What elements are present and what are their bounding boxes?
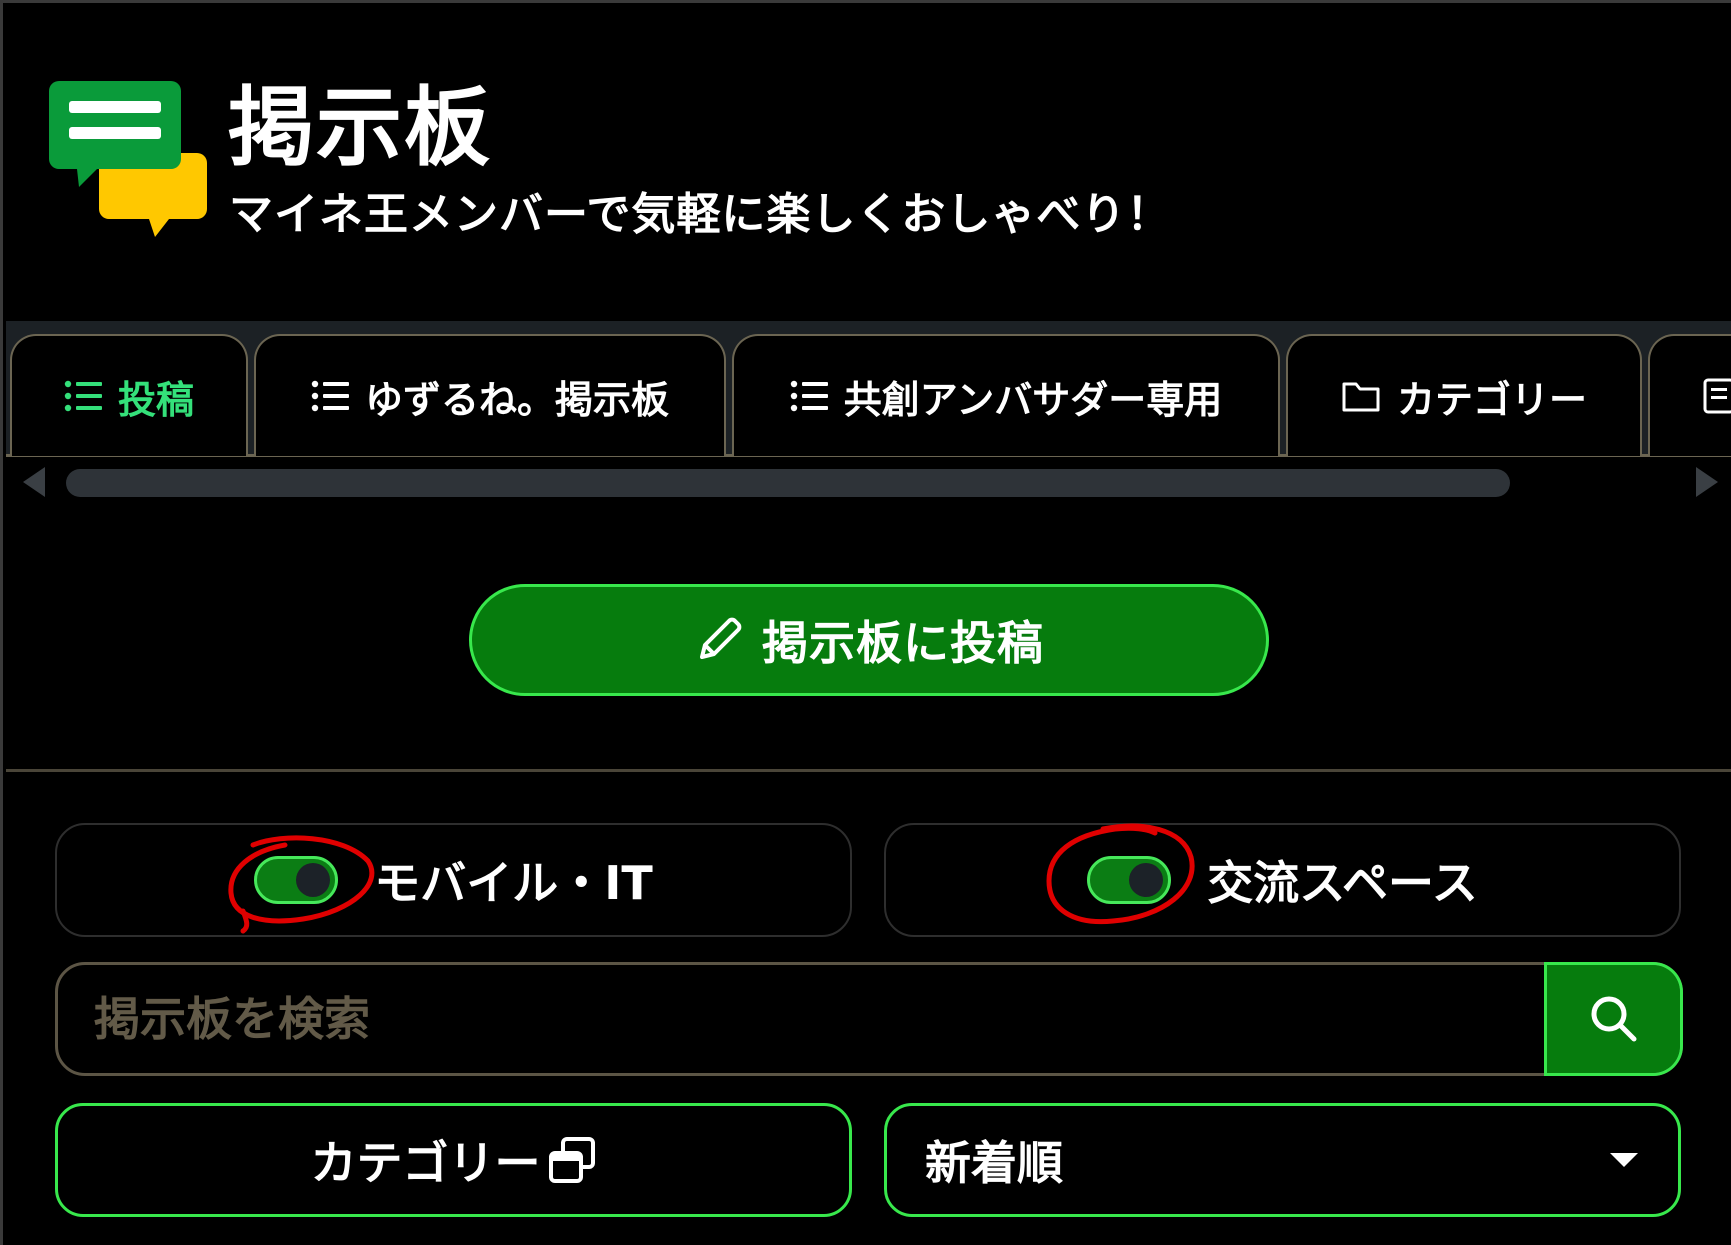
toggle-switch-community[interactable] <box>1087 856 1172 904</box>
toggle-knob <box>296 863 331 897</box>
toggle-label: モバイル・IT <box>374 856 653 910</box>
post-button-label: 掲示板に投稿 <box>762 616 1044 670</box>
tab-label: カテゴリー <box>1396 377 1587 422</box>
chat-bubbles-icon <box>49 81 207 237</box>
scroll-thumb[interactable] <box>66 469 1510 497</box>
search-button[interactable] <box>1544 965 1680 1073</box>
page-subtitle: マイネ王メンバーで気軽に楽しくおしゃべり！ <box>229 189 1172 240</box>
page-header: 掲示板 マイネ王メンバーで気軽に楽しくおしゃべり！ <box>3 3 1731 321</box>
tab-category[interactable]: カテゴリー <box>1286 334 1642 456</box>
post-to-board-button[interactable]: 掲示板に投稿 <box>469 584 1269 696</box>
tab-label: ゆずるね。掲示板 <box>364 377 669 422</box>
chevron-down-icon <box>1610 1153 1638 1167</box>
tab-yuzurune[interactable]: ゆずるね。掲示板 <box>254 334 726 456</box>
search-icon <box>1591 996 1636 1042</box>
tab-scrollbar[interactable] <box>6 457 1731 507</box>
sort-select[interactable]: 新着順 <box>884 1103 1681 1217</box>
toggle-card-mobile-it[interactable]: モバイル・IT <box>55 823 852 937</box>
list-icon <box>790 380 828 412</box>
page-title: 掲示板 <box>228 78 492 178</box>
pencil-icon <box>694 615 744 665</box>
section-divider <box>6 769 1731 772</box>
toggle-switch-mobile-it[interactable] <box>254 856 339 904</box>
toggle-label: 交流スペース <box>1207 856 1478 910</box>
book-icon <box>1702 377 1731 415</box>
page-frame: 掲示板 マイネ王メンバーで気軽に楽しくおしゃべり！ 投稿 ゆずるね。掲示板 共創… <box>0 0 1731 1245</box>
list-icon <box>311 380 349 412</box>
folder-icon <box>1341 379 1381 413</box>
tab-label: 投稿 <box>117 377 194 422</box>
toggle-card-community[interactable]: 交流スペース <box>884 823 1681 937</box>
category-button[interactable]: カテゴリー <box>55 1103 852 1217</box>
search-box <box>55 962 1683 1076</box>
tab-bar: 投稿 ゆずるね。掲示板 共創アンバサダー専用 カテゴリー <box>6 321 1731 457</box>
toggle-knob <box>1129 863 1164 897</box>
search-input[interactable] <box>58 965 1545 1073</box>
tab-more[interactable] <box>1648 334 1731 456</box>
scroll-left-arrow-icon[interactable] <box>23 467 45 497</box>
sort-selected-value: 新着順 <box>925 1136 1063 1190</box>
tab-ambassador[interactable]: 共創アンバサダー専用 <box>732 334 1280 456</box>
list-icon <box>64 380 102 412</box>
tab-posts[interactable]: 投稿 <box>10 334 248 456</box>
category-button-label: カテゴリー <box>310 1136 541 1190</box>
scroll-right-arrow-icon[interactable] <box>1696 467 1718 497</box>
tab-label: 共創アンバサダー専用 <box>843 377 1223 422</box>
open-modal-icon <box>547 1135 597 1185</box>
